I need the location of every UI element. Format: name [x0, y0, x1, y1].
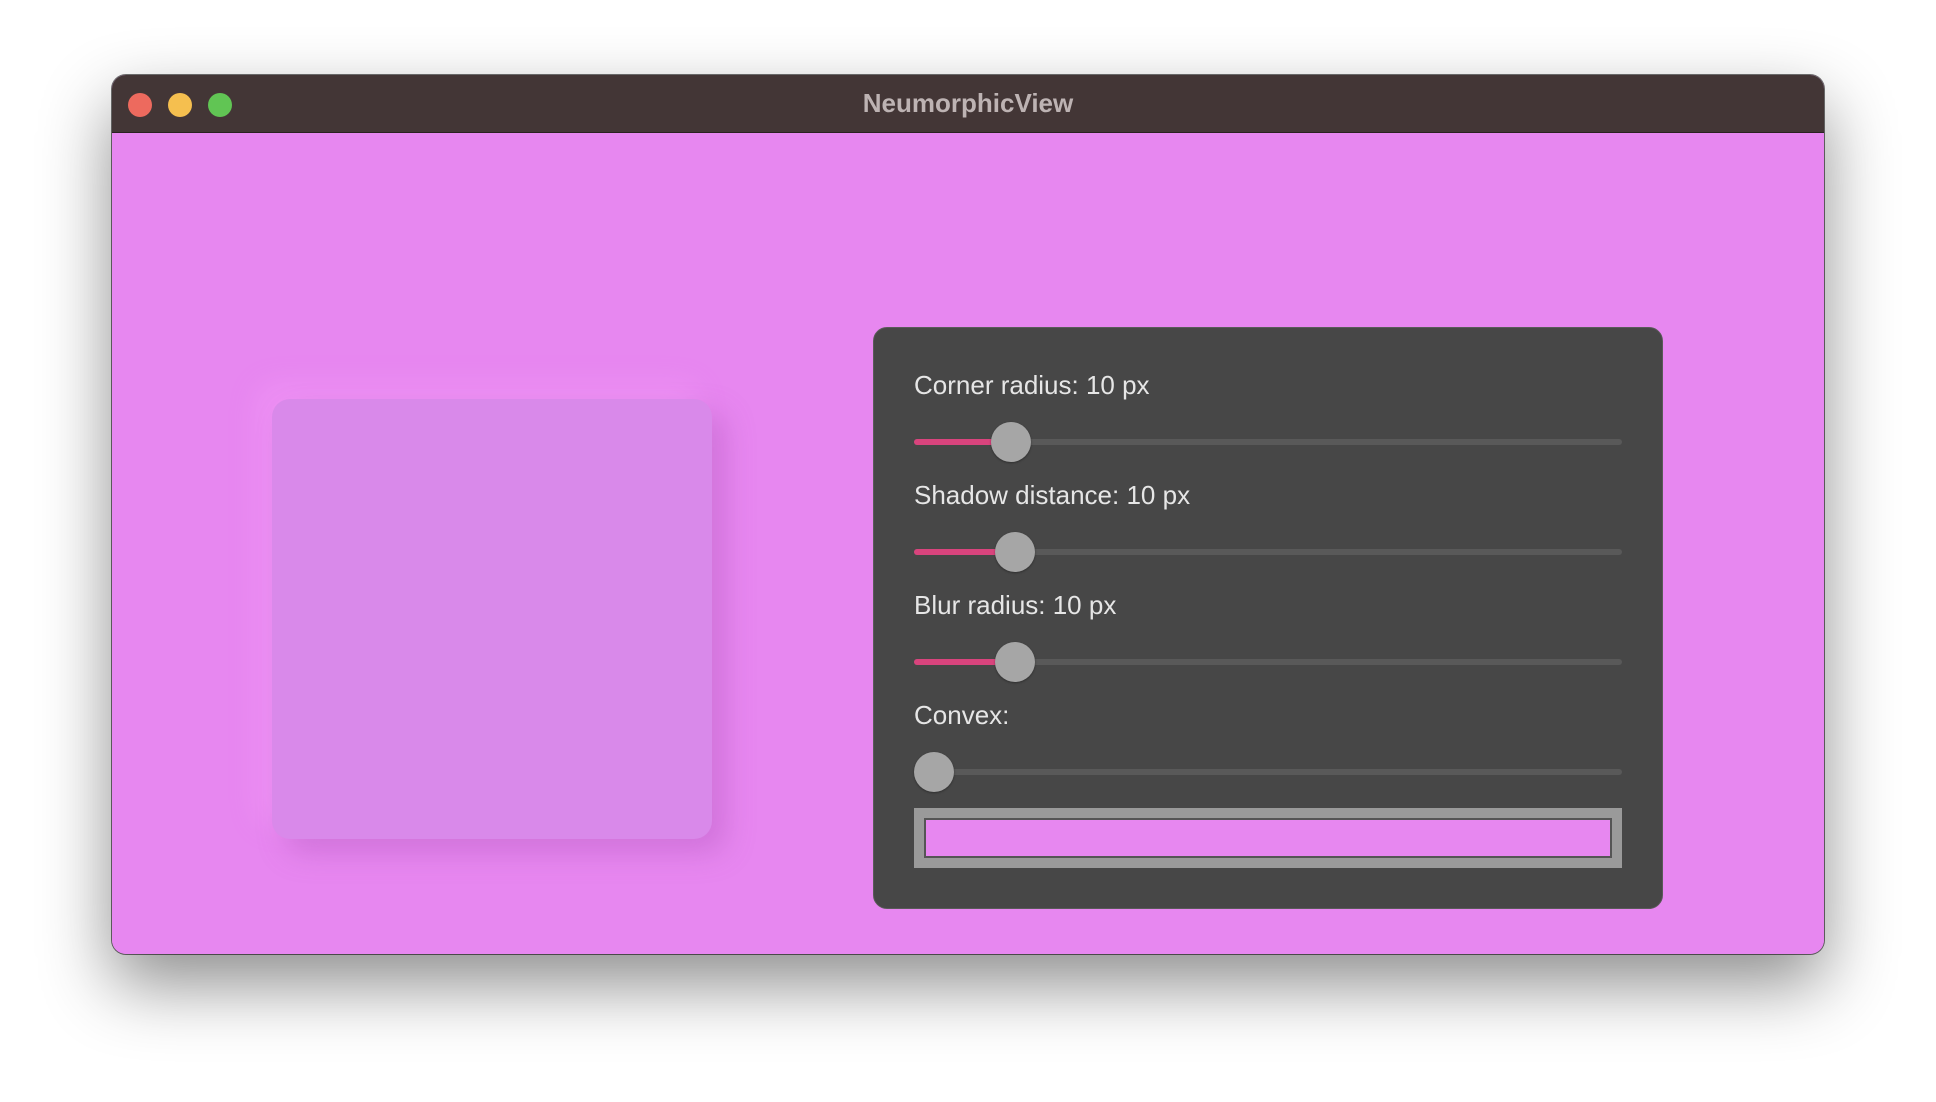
- settings-panel: Corner radius: 10 px Shadow distance: 10…: [873, 327, 1663, 909]
- slider-thumb[interactable]: [990, 422, 1031, 462]
- desktop: NeumorphicView Corner radius: 10 px Shad…: [0, 0, 1936, 1102]
- app-window: NeumorphicView Corner radius: 10 px Shad…: [112, 75, 1824, 954]
- corner-radius-label: Corner radius: 10 px: [914, 370, 1150, 400]
- convex-label: Convex:: [914, 700, 1010, 730]
- blur-radius-label: Blur radius: 10 px: [914, 590, 1117, 620]
- convex-slider[interactable]: [914, 752, 1622, 792]
- shadow-distance-slider[interactable]: [914, 532, 1622, 572]
- title-bar[interactable]: NeumorphicView: [112, 75, 1824, 133]
- slider-thumb[interactable]: [914, 752, 954, 792]
- neumorphic-preview: [272, 399, 712, 839]
- color-swatch: [924, 818, 1612, 858]
- corner-radius-slider[interactable]: [914, 422, 1622, 462]
- slider-thumb[interactable]: [995, 532, 1036, 572]
- window-content: Corner radius: 10 px Shadow distance: 10…: [112, 133, 1824, 954]
- color-well[interactable]: [914, 808, 1622, 868]
- blur-radius-slider[interactable]: [914, 642, 1622, 682]
- window-title: NeumorphicView: [862, 88, 1074, 118]
- slider-track: [914, 769, 1622, 775]
- slider-thumb[interactable]: [995, 642, 1036, 682]
- shadow-distance-label: Shadow distance: 10 px: [914, 480, 1191, 510]
